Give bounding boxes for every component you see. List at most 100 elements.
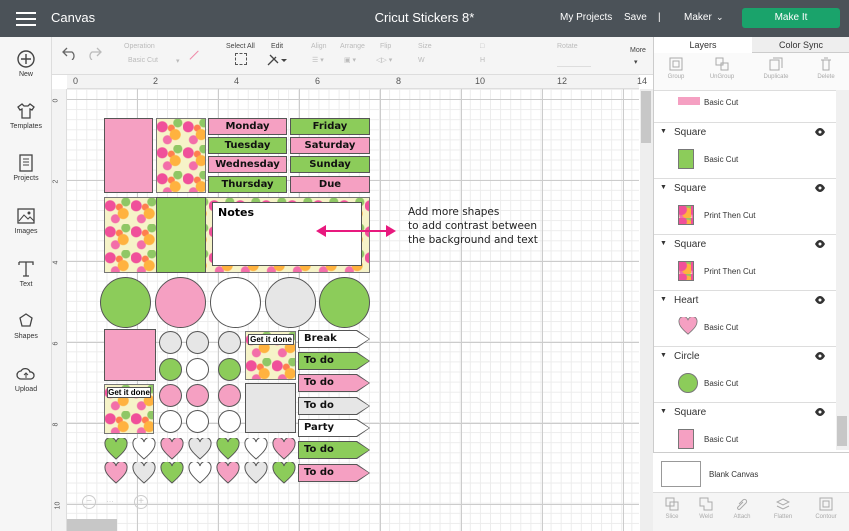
delete-button[interactable]: Delete: [806, 57, 846, 80]
sidebar-item-projects[interactable]: Projects: [0, 153, 52, 182]
layer-item[interactable]: Print Then Cut: [654, 255, 838, 290]
pink-square[interactable]: [104, 118, 153, 193]
layer-group-header[interactable]: ▼ Heart: [654, 290, 838, 311]
floral-square[interactable]: [156, 118, 206, 193]
arrange-icon[interactable]: ▣ ▾: [344, 56, 356, 64]
sidebar-item-new[interactable]: New: [0, 49, 52, 78]
collapse-icon[interactable]: ▼: [660, 128, 667, 135]
operation-select[interactable]: Basic Cut: [128, 57, 158, 64]
white-circle[interactable]: [210, 277, 261, 328]
small-circle[interactable]: [218, 410, 241, 433]
gray-circle[interactable]: [265, 277, 316, 328]
heart-shape[interactable]: [188, 438, 212, 460]
sidebar-item-upload[interactable]: Upload: [0, 364, 52, 393]
my-projects-button[interactable]: My Projects: [560, 12, 612, 23]
heart-shape[interactable]: [216, 438, 240, 460]
tag-to-do[interactable]: To do: [299, 442, 369, 458]
blank-canvas-row[interactable]: Blank Canvas: [653, 452, 849, 492]
green-square[interactable]: [156, 197, 206, 273]
heart-shape[interactable]: [272, 438, 296, 460]
collapse-icon[interactable]: ▼: [660, 240, 667, 247]
small-circle[interactable]: [159, 358, 182, 381]
heart-shape[interactable]: [216, 462, 240, 484]
small-circle[interactable]: [186, 331, 209, 354]
layer-group-header[interactable]: ▼ Square: [654, 402, 838, 423]
eye-icon[interactable]: [814, 182, 826, 194]
lock-icon[interactable]: □: [480, 43, 484, 50]
day-label-saturday[interactable]: Saturday: [290, 137, 370, 154]
sidebar-item-shapes[interactable]: Shapes: [0, 311, 52, 340]
align-icon[interactable]: ☰ ▾: [312, 56, 324, 64]
pink-circle[interactable]: [155, 277, 206, 328]
tag-break[interactable]: Break: [299, 331, 369, 347]
blank-canvas-swatch[interactable]: [661, 461, 701, 487]
save-button[interactable]: Save: [624, 12, 647, 23]
get-it-done-label[interactable]: Get it done: [248, 334, 294, 345]
gray-square[interactable]: [245, 383, 296, 433]
zoom-out-icon[interactable]: −: [82, 495, 96, 509]
more-label[interactable]: More: [630, 47, 646, 54]
contour-button[interactable]: Contour: [807, 497, 845, 520]
layer-item[interactable]: Basic Cut: [654, 311, 838, 346]
chevron-down-icon[interactable]: ▾: [634, 58, 638, 66]
eye-icon[interactable]: [814, 350, 826, 362]
tag-to-do[interactable]: To do: [299, 375, 369, 391]
tag-party[interactable]: Party: [299, 420, 369, 436]
layer-item[interactable]: Basic Cut: [654, 143, 838, 178]
tag-to-do[interactable]: To do: [299, 398, 369, 414]
heart-shape[interactable]: [244, 438, 268, 460]
layer-item[interactable]: Basic Cut: [654, 91, 838, 126]
collapse-icon[interactable]: ▼: [660, 296, 667, 303]
heart-shape[interactable]: [272, 462, 296, 484]
flip-icon[interactable]: ◁▷ ▾: [376, 56, 392, 64]
layer-group-header[interactable]: ▼ Circle: [654, 346, 838, 367]
layer-group-header[interactable]: ▼ Square: [654, 178, 838, 199]
day-label-wednesday[interactable]: Wednesday: [208, 156, 287, 173]
small-circle[interactable]: [159, 384, 182, 407]
rotate-field[interactable]: [557, 55, 591, 67]
day-label-monday[interactable]: Monday: [208, 118, 287, 135]
eye-icon[interactable]: [814, 238, 826, 250]
weld-button[interactable]: Weld: [687, 497, 725, 520]
small-circle[interactable]: [186, 358, 209, 381]
select-all-icon[interactable]: [235, 53, 247, 65]
layer-group-header[interactable]: ▼ Square: [654, 122, 838, 143]
green-circle[interactable]: [100, 277, 151, 328]
small-circle[interactable]: [218, 358, 241, 381]
day-label-thursday[interactable]: Thursday: [208, 176, 287, 193]
tag-to-do[interactable]: To do: [299, 353, 369, 369]
design-canvas[interactable]: 0 2 4 6 8 10 12 14 0 2 4 6 8 10 Monday F…: [52, 75, 653, 531]
ungroup-button[interactable]: UnGroup: [702, 57, 742, 80]
canvas-vertical-scrollbar[interactable]: [640, 89, 653, 531]
sidebar-item-text[interactable]: Text: [0, 259, 52, 288]
small-circle[interactable]: [159, 410, 182, 433]
day-label-sunday[interactable]: Sunday: [290, 156, 370, 173]
zoom-in-icon[interactable]: +: [134, 495, 148, 509]
small-circle[interactable]: [159, 331, 182, 354]
group-button[interactable]: Group: [656, 57, 696, 80]
line-color-swatch[interactable]: [189, 50, 207, 68]
collapse-icon[interactable]: ▼: [660, 352, 667, 359]
small-circle[interactable]: [218, 331, 241, 354]
tab-layers[interactable]: Layers: [654, 37, 752, 53]
day-label-friday[interactable]: Friday: [290, 118, 370, 135]
layer-group-header[interactable]: ▼ Square: [654, 234, 838, 255]
small-circle[interactable]: [218, 384, 241, 407]
undo-icon[interactable]: [62, 46, 78, 60]
tab-color-sync[interactable]: Color Sync: [752, 37, 849, 53]
day-label-due[interactable]: Due: [290, 176, 370, 193]
chevron-down-icon[interactable]: ▾: [176, 57, 180, 65]
width-field[interactable]: W: [418, 57, 425, 64]
heart-shape[interactable]: [160, 462, 184, 484]
edit-tools-icon[interactable]: [267, 54, 287, 66]
sidebar-item-images[interactable]: Images: [0, 206, 52, 235]
attach-button[interactable]: Attach: [723, 497, 761, 520]
small-circle[interactable]: [186, 410, 209, 433]
canvas-horizontal-scrollbar[interactable]: [67, 519, 117, 531]
pink-square[interactable]: [104, 329, 156, 381]
chevron-down-icon[interactable]: ⌄: [716, 12, 724, 23]
green-circle[interactable]: [319, 277, 370, 328]
redo-icon[interactable]: [86, 46, 102, 60]
canvas-scroll-thumb[interactable]: [641, 91, 651, 143]
small-circle[interactable]: [186, 384, 209, 407]
